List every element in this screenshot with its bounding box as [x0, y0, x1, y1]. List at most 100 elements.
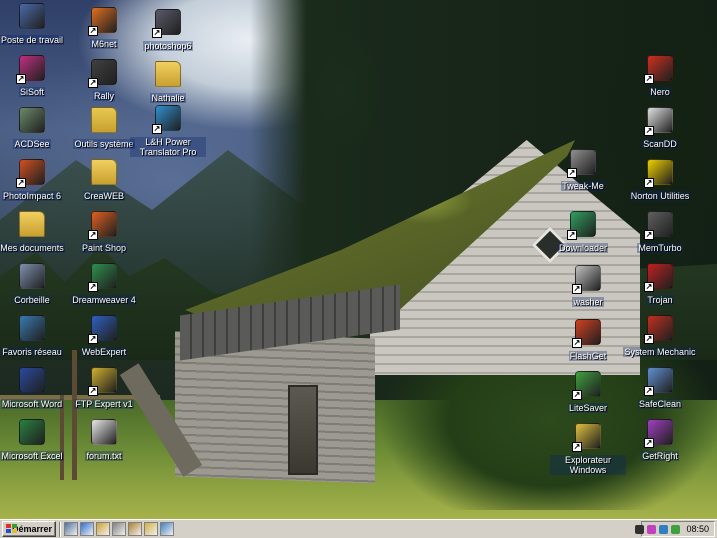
desktop-icon-label: Norton Utilities — [629, 191, 691, 201]
tweak-icon: ↗ — [567, 146, 599, 178]
shortcut-arrow-icon: ↗ — [88, 386, 98, 396]
desktop-icon[interactable]: ↗ GetRight — [620, 416, 700, 461]
desktop-icon[interactable]: ↗ SiSoft — [0, 52, 72, 97]
desktop-icon-label: Rally — [92, 91, 115, 101]
desktop-icon-label: photoshop6 — [143, 41, 193, 51]
desktop-icon-label: Downloader — [557, 243, 609, 253]
photoshop-icon: ↗ — [152, 6, 184, 38]
desktop-icon-label: forum.txt — [85, 451, 123, 461]
desktop-icon[interactable]: ↗ Dreamweaver 4 — [64, 260, 144, 305]
shortcut-arrow-icon: ↗ — [88, 78, 98, 88]
desktop-icon-label: ACDSee — [13, 139, 51, 149]
desktop-icon[interactable]: ↗ Paint Shop — [64, 208, 144, 253]
control-panel-icon[interactable] — [160, 522, 174, 536]
desktop-icon-label: MemTurbo — [637, 243, 683, 253]
ftp-icon: ↗ — [88, 364, 120, 396]
shortcut-arrow-icon: ↗ — [644, 230, 654, 240]
show-desktop-icon[interactable] — [64, 522, 78, 536]
rally-icon: ↗ — [88, 56, 120, 88]
internet-explorer-icon[interactable] — [80, 522, 94, 536]
desktop-icon[interactable]: Corbeille — [0, 260, 72, 305]
desktop-icon-label: SafeClean — [637, 399, 683, 409]
desktop-icon[interactable]: ↗ L&H Power Translator Pro — [128, 102, 208, 157]
shortcut-arrow-icon: ↗ — [644, 438, 654, 448]
desktop-icon[interactable]: forum.txt — [64, 416, 144, 461]
desktop-icon-label: Microsoft Excel — [0, 451, 64, 461]
recycle-bin-icon — [16, 260, 48, 292]
desktop-icon[interactable]: CreaWEB — [64, 156, 144, 201]
start-button[interactable]: Démarrer — [2, 521, 56, 537]
desktop-icon[interactable]: ↗ Tweak-Me — [543, 146, 623, 191]
safeclean-icon: ↗ — [644, 364, 676, 396]
desktop-icon[interactable]: ↗ Norton Utilities — [620, 156, 700, 201]
shortcut-arrow-icon: ↗ — [152, 124, 162, 134]
desktop-icon[interactable]: ↗ photoshop6 — [128, 6, 208, 51]
folder-icon — [152, 58, 184, 90]
toolbox-icon: ↗ — [644, 312, 676, 344]
desktop-icon-label: Microsoft Word — [0, 399, 64, 409]
desktop-icon[interactable]: Microsoft Word — [0, 364, 72, 409]
desktop-icon-label: Trojan — [646, 295, 674, 305]
clock[interactable]: 08:50 — [686, 524, 709, 534]
color-wheel-icon[interactable] — [647, 524, 657, 534]
desktop-icon[interactable]: ↗ Nero — [620, 52, 700, 97]
wallpaper-door — [288, 385, 318, 475]
flashget-icon: ↗ — [572, 316, 604, 348]
shortcut-arrow-icon: ↗ — [567, 168, 577, 178]
desktop-icon-label: Paint Shop — [80, 243, 128, 253]
desktop-icon[interactable]: ↗ FlashGet — [548, 316, 628, 361]
explorer-icon: ↗ — [572, 420, 604, 452]
desktop-icon[interactable]: ↗ Trojan — [620, 260, 700, 305]
calculator-icon[interactable] — [112, 522, 126, 536]
antivirus-tray-icon[interactable] — [671, 524, 681, 534]
word-icon — [16, 364, 48, 396]
desktop-icon[interactable]: ↗ Downloader — [543, 208, 623, 253]
shortcut-arrow-icon: ↗ — [644, 178, 654, 188]
desktop-icon[interactable]: ↗ MemTurbo — [620, 208, 700, 253]
outlook-express-icon[interactable] — [96, 522, 110, 536]
desktop-icon-label: PhotoImpact 6 — [1, 191, 63, 201]
desktop-icon-label: Poste de travail — [0, 35, 65, 45]
desktop-icon[interactable]: Poste de travail — [0, 0, 72, 45]
sisoft-icon: ↗ — [16, 52, 48, 84]
desktop-icon-label: GetRight — [641, 451, 679, 461]
shortcut-arrow-icon: ↗ — [644, 74, 654, 84]
winamp-icon[interactable] — [128, 522, 142, 536]
shortcut-arrow-icon: ↗ — [572, 284, 582, 294]
system-tools-folder-icon — [88, 104, 120, 136]
explorer-quick-icon[interactable] — [144, 522, 158, 536]
desktop-icon[interactable]: ↗ System Mechanic — [620, 312, 700, 357]
taskbar: Démarrer 08:50 — [0, 519, 717, 538]
shortcut-arrow-icon: ↗ — [88, 26, 98, 36]
shortcut-arrow-icon: ↗ — [572, 338, 582, 348]
desktop-icon[interactable]: Mes documents — [0, 208, 72, 253]
shortcut-arrow-icon: ↗ — [644, 386, 654, 396]
network-tray-icon[interactable] — [659, 524, 669, 534]
desktop-icon-label: FTP Expert v1 — [74, 399, 134, 409]
desktop-icon-label: Tweak-Me — [561, 181, 605, 191]
desktop-icon[interactable]: ACDSee — [0, 104, 72, 149]
desktop-icon-label: washer — [572, 297, 604, 307]
desktop-icon[interactable]: ↗ washer — [548, 262, 628, 307]
desktop-icon-label: System Mechanic — [623, 347, 697, 357]
norton-icon: ↗ — [644, 156, 676, 188]
network-icon — [16, 312, 48, 344]
memory-chip-icon: ↗ — [644, 208, 676, 240]
desktop-icon[interactable]: Favoris réseau — [0, 312, 72, 357]
desktop-icon[interactable]: ↗ ScanDD — [620, 104, 700, 149]
desktop-icon[interactable]: ↗ SafeClean — [620, 364, 700, 409]
desktop-icon[interactable]: ↗ Explorateur Windows — [548, 420, 628, 475]
shortcut-arrow-icon: ↗ — [88, 334, 98, 344]
washer-icon: ↗ — [572, 262, 604, 294]
excel-icon — [16, 416, 48, 448]
desktop-icon[interactable]: Microsoft Excel — [0, 416, 72, 461]
system-tray: 08:50 — [635, 521, 715, 537]
desktop-icon[interactable]: ↗ WebExpert — [64, 312, 144, 357]
desktop-icon[interactable]: ↗ PhotoImpact 6 — [0, 156, 72, 201]
desktop-icon[interactable]: Nathalie — [128, 58, 208, 103]
scandisk-icon: ↗ — [644, 104, 676, 136]
desktop-icon[interactable]: ↗ LiteSaver — [548, 368, 628, 413]
desktop-icon[interactable]: ↗ FTP Expert v1 — [64, 364, 144, 409]
volume-icon[interactable] — [635, 524, 645, 534]
desktop-icon-label: CreaWEB — [82, 191, 125, 201]
